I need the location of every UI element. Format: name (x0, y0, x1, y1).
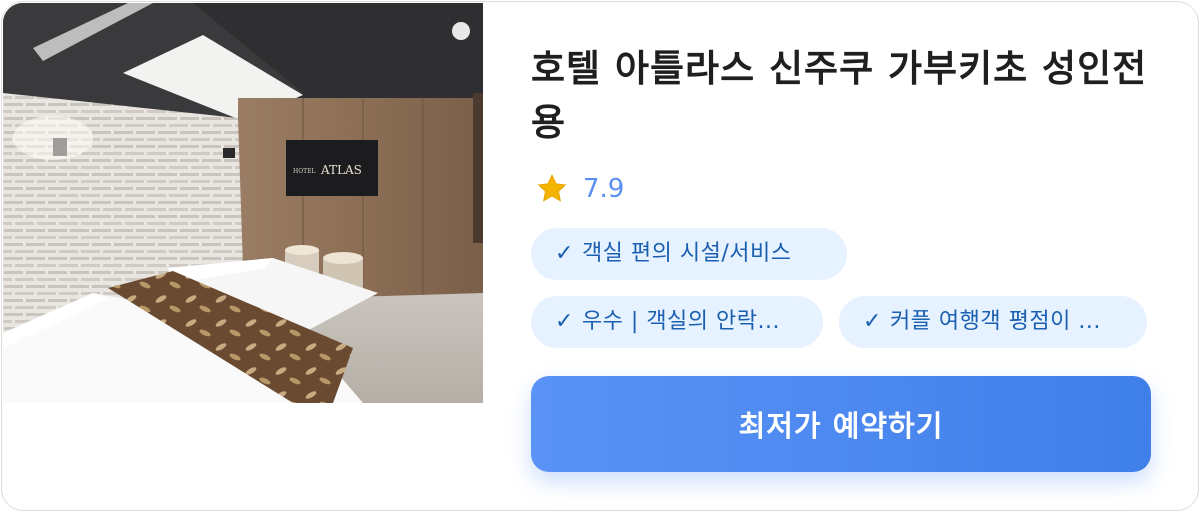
svg-text:ATLAS: ATLAS (320, 163, 362, 177)
feature-chip-amenities: ✓ 객실 편의 시설/서비스 (531, 228, 847, 280)
svg-text:HOTEL: HOTEL (293, 168, 316, 175)
check-icon: ✓ (555, 309, 574, 334)
check-icon: ✓ (555, 241, 574, 266)
rating: 7.9 (535, 172, 624, 206)
check-icon: ✓ (863, 309, 882, 334)
feature-chip-couples: ✓ 커플 여행객 평점이 ... (839, 296, 1147, 348)
chip-label: 객실 편의 시설/서비스 (581, 241, 792, 266)
chip-label: 커플 여행객 평점이 ... (889, 309, 1101, 334)
rating-score: 7.9 (583, 174, 625, 204)
hotel-name[interactable]: 호텔 아틀라스 신주쿠 가부키초 성인전용 (531, 42, 1151, 150)
book-lowest-price-button[interactable]: 최저가 예약하기 (531, 376, 1151, 472)
hotel-info: 호텔 아틀라스 신주쿠 가부키초 성인전용 7.9 ✓ 객실 편의 시설/서비스 … (531, 2, 1171, 510)
hotel-photo[interactable]: HOTEL ATLAS (3, 3, 483, 403)
chip-label: 우수 | 객실의 안락... (581, 309, 780, 334)
room-image: HOTEL ATLAS (3, 3, 483, 403)
hotel-card[interactable]: HOTEL ATLAS 호텔 아틀라스 신주쿠 가부키초 성인전용 7.9 ✓ … (1, 1, 1199, 511)
star-icon (535, 172, 569, 206)
feature-chip-comfort: ✓ 우수 | 객실의 안락... (531, 296, 823, 348)
